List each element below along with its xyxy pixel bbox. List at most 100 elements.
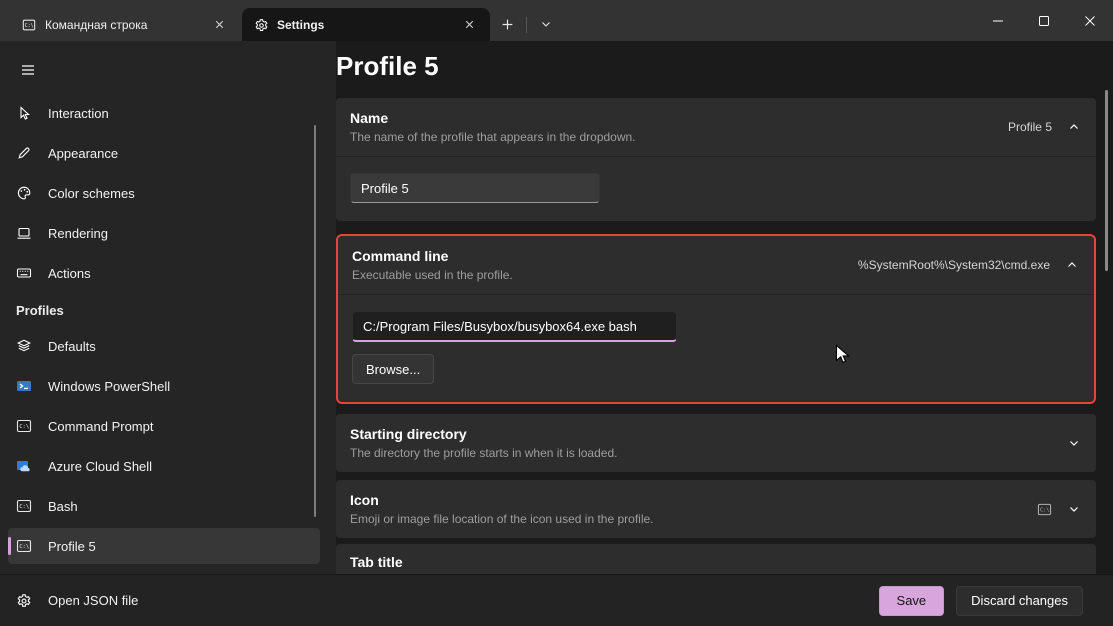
tab-label: Командная строка xyxy=(45,18,199,32)
command-line-input[interactable] xyxy=(352,311,677,342)
profile-icon-preview: C:\ xyxy=(1037,502,1052,517)
new-tab-dropdown-button[interactable] xyxy=(531,11,561,37)
maximize-icon xyxy=(1038,15,1050,27)
appearance-icon xyxy=(16,145,32,161)
sidebar-item-label: Interaction xyxy=(48,106,109,121)
close-icon xyxy=(1084,15,1096,27)
sidebar-item-defaults[interactable]: Defaults xyxy=(8,328,320,364)
icon-setting-card: Icon Emoji or image file location of the… xyxy=(336,480,1096,538)
sidebar-item-rendering[interactable]: Rendering xyxy=(8,215,320,251)
sidebar-item-color-schemes[interactable]: Color schemes xyxy=(8,175,320,211)
nav-toggle-button[interactable] xyxy=(8,53,48,87)
setting-current-value: Profile 5 xyxy=(1008,120,1052,134)
setting-subtitle: The name of the profile that appears in … xyxy=(350,130,1008,144)
svg-text:C:\: C:\ xyxy=(19,504,29,510)
setting-title: Command line xyxy=(352,248,858,264)
page-title: Profile 5 xyxy=(336,51,1096,82)
sidebar-item-label: Appearance xyxy=(48,146,118,161)
window-controls xyxy=(975,0,1113,41)
cmd-icon: C:\ xyxy=(16,418,32,434)
tab-title-setting-card[interactable]: Tab title xyxy=(336,544,1096,575)
profile-name-input[interactable] xyxy=(350,173,600,203)
interaction-icon xyxy=(16,105,32,121)
discard-changes-button[interactable]: Discard changes xyxy=(956,586,1083,616)
azure-cloud-icon xyxy=(16,458,32,474)
starting-directory-expander-header[interactable]: Starting directory The directory the pro… xyxy=(336,414,1096,472)
sidebar-item-label: Windows PowerShell xyxy=(48,379,170,394)
maximize-button[interactable] xyxy=(1021,0,1067,41)
tabbar-divider xyxy=(526,17,527,33)
sidebar-item-interaction[interactable]: Interaction xyxy=(8,95,320,131)
setting-title: Icon xyxy=(350,492,1037,508)
tab-label: Settings xyxy=(277,18,449,32)
chevron-down-icon xyxy=(1068,503,1080,515)
name-setting-card: Name The name of the profile that appear… xyxy=(336,98,1096,221)
actions-icon xyxy=(16,265,32,281)
sidebar-item-label: Defaults xyxy=(48,339,96,354)
content-scrollbar[interactable] xyxy=(1105,90,1108,271)
name-expander-header[interactable]: Name The name of the profile that appear… xyxy=(336,98,1096,156)
new-tab-button[interactable] xyxy=(492,11,522,37)
settings-main-pane: Profile 5 Name The name of the profile t… xyxy=(336,41,1113,575)
cmd-icon: C:\ xyxy=(16,538,32,554)
sidebar-item-label: Profile 5 xyxy=(48,539,96,554)
minimize-button[interactable] xyxy=(975,0,1021,41)
svg-text:C:\: C:\ xyxy=(19,544,29,550)
sidebar-item-label: Rendering xyxy=(48,226,108,241)
plus-icon xyxy=(501,18,514,31)
rendering-icon xyxy=(16,225,32,241)
sidebar-item-label: Azure Cloud Shell xyxy=(48,459,152,474)
gear-icon xyxy=(254,18,268,32)
sidebar-item-actions[interactable]: Actions xyxy=(8,255,320,291)
svg-text:C:\: C:\ xyxy=(25,22,34,28)
footer-bar: Open JSON file Save Discard changes xyxy=(0,575,1113,626)
setting-title: Name xyxy=(350,110,1008,126)
profiles-section-header: Profiles xyxy=(0,303,336,318)
minimize-icon xyxy=(992,15,1004,27)
sidebar-item-label: Bash xyxy=(48,499,78,514)
svg-text:C:\: C:\ xyxy=(1040,507,1049,513)
titlebar: C:\ Командная строка Settings xyxy=(0,0,1113,41)
cmd-icon: C:\ xyxy=(16,498,32,514)
open-json-file-button[interactable]: Open JSON file xyxy=(16,593,138,609)
settings-nav-sidebar: Interaction Appearance Color schemes Ren… xyxy=(0,41,336,575)
setting-title: Tab title xyxy=(350,554,1082,570)
tab-command-prompt[interactable]: C:\ Командная строка xyxy=(10,8,240,41)
chevron-down-icon xyxy=(1068,437,1080,449)
setting-title: Starting directory xyxy=(350,426,1068,442)
close-tab-icon[interactable] xyxy=(208,14,230,36)
sidebar-item-label: Actions xyxy=(48,266,91,281)
gear-icon xyxy=(16,593,32,609)
setting-subtitle: Emoji or image file location of the icon… xyxy=(350,512,1037,526)
chevron-down-icon xyxy=(540,18,552,30)
sidebar-item-windows-powershell[interactable]: Windows PowerShell xyxy=(8,368,320,404)
chevron-up-icon xyxy=(1068,121,1080,133)
command-line-expander-header[interactable]: Command line Executable used in the prof… xyxy=(338,236,1094,294)
powershell-icon xyxy=(16,378,32,394)
setting-subtitle: The directory the profile starts in when… xyxy=(350,446,1068,460)
close-tab-icon[interactable] xyxy=(458,14,480,36)
sidebar-item-label: Command Prompt xyxy=(48,419,153,434)
sidebar-item-profile-5[interactable]: C:\ Profile 5 xyxy=(8,528,320,564)
chevron-up-icon xyxy=(1066,259,1078,271)
setting-current-value: %SystemRoot%\System32\cmd.exe xyxy=(858,258,1050,272)
save-button[interactable]: Save xyxy=(879,586,945,616)
color-schemes-icon xyxy=(16,185,32,201)
close-window-button[interactable] xyxy=(1067,0,1113,41)
defaults-icon xyxy=(16,338,32,354)
sidebar-item-label: Color schemes xyxy=(48,186,135,201)
command-line-setting-card: Command line Executable used in the prof… xyxy=(336,234,1096,404)
browse-button[interactable]: Browse... xyxy=(352,354,434,384)
sidebar-item-azure-cloud-shell[interactable]: Azure Cloud Shell xyxy=(8,448,320,484)
svg-text:C:\: C:\ xyxy=(19,424,29,430)
open-json-file-label: Open JSON file xyxy=(48,593,138,608)
hamburger-icon xyxy=(20,62,36,78)
sidebar-item-command-prompt[interactable]: C:\ Command Prompt xyxy=(8,408,320,444)
cmd-icon: C:\ xyxy=(22,18,36,32)
tab-settings[interactable]: Settings xyxy=(242,8,490,41)
icon-expander-header[interactable]: Icon Emoji or image file location of the… xyxy=(336,480,1096,538)
sidebar-item-appearance[interactable]: Appearance xyxy=(8,135,320,171)
sidebar-scrollbar[interactable] xyxy=(314,125,316,517)
setting-subtitle: Executable used in the profile. xyxy=(352,268,858,282)
sidebar-item-bash[interactable]: C:\ Bash xyxy=(8,488,320,524)
